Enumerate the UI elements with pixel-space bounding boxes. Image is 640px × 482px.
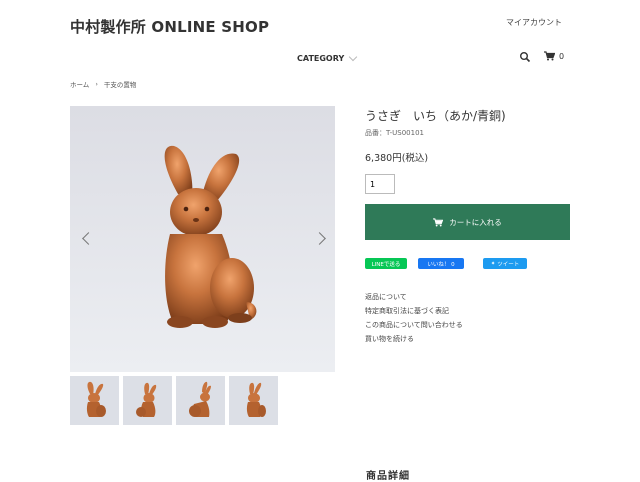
rabbit-thumbnail-image <box>189 381 211 417</box>
continue-shopping-link[interactable]: 買い物を続ける <box>365 335 463 344</box>
breadcrumb: ホーム › 干支の置物 <box>70 79 136 89</box>
my-account-link[interactable]: マイアカウント <box>506 17 562 28</box>
product-thumbnail[interactable] <box>176 376 225 425</box>
product-thumbnail[interactable] <box>229 376 278 425</box>
line-share-label: LINEで送る <box>371 261 401 268</box>
returns-link[interactable]: 返品について <box>365 293 463 302</box>
chevron-right-icon: › <box>95 80 98 88</box>
breadcrumb-current[interactable]: 干支の置物 <box>104 79 137 89</box>
add-to-cart-label: カートに入れる <box>449 217 502 227</box>
legal-notice-link[interactable]: 特定商取引法に基づく表記 <box>365 307 463 316</box>
cart-icon <box>544 51 555 61</box>
facebook-like-label: いいね！ 0 <box>427 261 455 268</box>
category-menu[interactable]: CATEGORY <box>297 52 358 63</box>
chevron-down-icon <box>349 52 358 62</box>
cart-icon <box>433 217 444 227</box>
line-share-button[interactable]: LINEで送る <box>365 258 407 269</box>
cart-link[interactable]: 0 <box>544 51 564 61</box>
rabbit-thumbnail-image <box>86 381 106 417</box>
rabbit-thumbnail-image <box>136 382 157 417</box>
facebook-like-button[interactable]: いいね！ 0 <box>418 258 464 269</box>
product-sku: 品番：T-US00101 <box>365 129 424 137</box>
product-thumbnail[interactable] <box>123 376 172 425</box>
thumbnail-strip <box>70 376 278 425</box>
product-name: うさぎ いち（あか/青銅) <box>365 109 506 123</box>
product-main-image <box>70 106 335 372</box>
rabbit-thumbnail-image <box>246 382 266 417</box>
rabbit-figurine-image <box>70 106 335 372</box>
breadcrumb-home[interactable]: ホーム <box>70 79 89 89</box>
twitter-tweet-label: ツイート <box>497 261 520 268</box>
product-thumbnail[interactable] <box>70 376 119 425</box>
cart-count: 0 <box>559 51 565 61</box>
twitter-tweet-button[interactable]: ✦ ツイート <box>483 258 527 269</box>
add-to-cart-button[interactable]: カートに入れる <box>365 204 570 240</box>
category-label: CATEGORY <box>297 54 345 63</box>
product-inquiry-link[interactable]: この商品について問い合わせる <box>365 321 463 330</box>
product-price: 6,380円(税込) <box>365 153 429 164</box>
quantity-input[interactable] <box>365 174 395 194</box>
search-icon[interactable] <box>519 51 531 63</box>
shop-title[interactable]: 中村製作所 ONLINE SHOP <box>70 16 269 37</box>
twitter-bird-icon: ✦ <box>490 260 496 267</box>
product-links: 返品について 特定商取引法に基づく表記 この商品について問い合わせる 買い物を続… <box>365 293 463 344</box>
